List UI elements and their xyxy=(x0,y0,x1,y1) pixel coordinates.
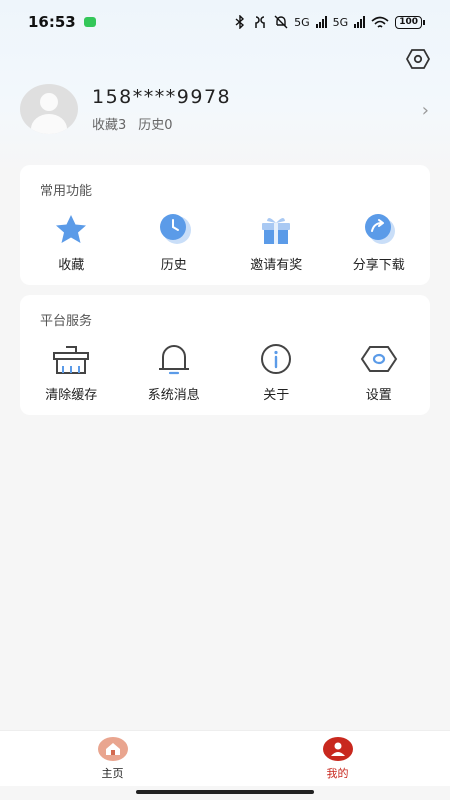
nav-mine-label: 我的 xyxy=(326,767,349,780)
battery-icon: 100 xyxy=(395,15,425,29)
status-bar: 16:53 5G 5G 100 xyxy=(0,0,450,44)
mute-bell-icon xyxy=(274,15,288,29)
signal-icon xyxy=(315,16,327,28)
nav-home[interactable]: 主页 xyxy=(0,731,225,786)
history-label: 历史 xyxy=(160,258,187,273)
nav-mine[interactable]: 我的 xyxy=(225,731,450,786)
system-messages-button[interactable]: 系统消息 xyxy=(123,342,226,403)
favorites-button[interactable]: 收藏 xyxy=(20,212,123,273)
bell-icon xyxy=(158,345,189,375)
status-icons: 5G 5G 100 xyxy=(234,15,425,29)
share-download-label: 分享下载 xyxy=(352,258,405,273)
network-label: 5G xyxy=(294,15,310,29)
network-label-2: 5G xyxy=(332,15,349,29)
invite-label: 邀请有奖 xyxy=(250,258,303,273)
clock-icon xyxy=(159,214,191,244)
user-icon xyxy=(322,737,353,761)
home-indicator[interactable] xyxy=(136,790,314,794)
favorites-count[interactable]: 收藏3 xyxy=(92,114,126,133)
platform-services-card: 平台服务 清除缓存 系统消息 关于 设置 xyxy=(20,295,430,415)
chevron-right-icon[interactable]: › xyxy=(422,100,429,121)
settings-icon[interactable] xyxy=(406,48,430,70)
history-button[interactable]: 历史 xyxy=(123,212,226,273)
bluetooth-icon xyxy=(235,15,245,29)
section-title: 常用功能 xyxy=(40,184,93,199)
signal-icon-2 xyxy=(354,16,366,28)
favorites-label: 收藏 xyxy=(58,258,85,273)
home-icon xyxy=(97,737,128,761)
share-download-button[interactable]: 分享下载 xyxy=(328,212,431,273)
about-label: 关于 xyxy=(263,388,290,403)
info-icon xyxy=(261,344,292,374)
settings-label: 设置 xyxy=(365,388,392,403)
bottom-nav: 主页 我的 xyxy=(0,730,450,786)
status-time: 16:53 xyxy=(28,13,76,31)
clear-cache-label: 清除缓存 xyxy=(45,388,98,403)
settings-icon xyxy=(360,346,397,372)
common-functions-card: 常用功能 收藏 历史 邀请有奖 分享下载 xyxy=(20,165,430,285)
star-icon xyxy=(56,215,87,243)
profile-row[interactable]: 158****9978 收藏3 历史0 › xyxy=(20,84,435,134)
user-phone: 158****9978 xyxy=(92,85,232,108)
nav-home-label: 主页 xyxy=(101,767,124,780)
settings-button[interactable]: 设置 xyxy=(328,342,431,403)
wechat-notification-icon xyxy=(83,17,96,27)
gift-icon xyxy=(262,217,291,244)
history-count[interactable]: 历史0 xyxy=(138,114,172,133)
share-icon xyxy=(364,214,395,244)
about-button[interactable]: 关于 xyxy=(225,342,328,403)
clear-cache-button[interactable]: 清除缓存 xyxy=(20,342,123,403)
broom-icon xyxy=(53,346,90,374)
system-messages-label: 系统消息 xyxy=(147,388,200,403)
invite-button[interactable]: 邀请有奖 xyxy=(225,212,328,273)
earbuds-icon xyxy=(255,16,265,28)
wifi-icon xyxy=(371,16,389,28)
section-title: 平台服务 xyxy=(40,314,93,329)
avatar[interactable] xyxy=(20,84,78,134)
